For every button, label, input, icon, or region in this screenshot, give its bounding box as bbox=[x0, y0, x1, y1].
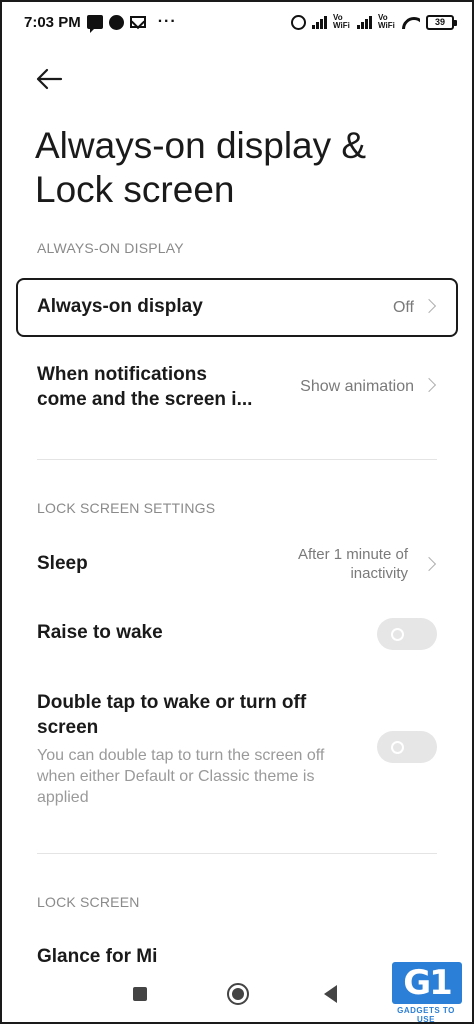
raise-to-wake-row[interactable]: Raise to wake bbox=[16, 618, 458, 650]
toggle-knob bbox=[391, 628, 404, 641]
always-on-display-row[interactable]: Always-on display Off bbox=[16, 278, 458, 337]
sleep-value-line1: After 1 minute of bbox=[297, 546, 408, 563]
status-bar: 7:03 PM ··· Vo WiFi Vo WiFi 39 bbox=[0, 0, 474, 44]
battery-icon: 39 bbox=[426, 14, 457, 30]
alarm-icon bbox=[291, 14, 306, 30]
back-arrow-icon bbox=[36, 68, 63, 90]
chevron-right-icon bbox=[426, 377, 436, 393]
double-tap-row[interactable]: Double tap to wake or turn off screen Yo… bbox=[16, 690, 458, 810]
gmail-icon bbox=[129, 16, 146, 28]
always-on-display-value: Off bbox=[392, 299, 414, 316]
chevron-right-icon bbox=[426, 556, 436, 572]
double-tap-desc-line3: applied bbox=[37, 789, 89, 806]
double-tap-label-line1: Double tap to wake or turn off bbox=[37, 692, 307, 713]
sleep-row[interactable]: Sleep After 1 minute of inactivity bbox=[16, 542, 458, 586]
notifications-value: Show animation bbox=[300, 378, 414, 395]
toggle-knob bbox=[391, 741, 404, 754]
notifications-label-line2: come and the screen i... bbox=[37, 389, 253, 410]
watermark-text: GADGETS TO USE bbox=[397, 1006, 455, 1024]
wifi-icon bbox=[402, 15, 420, 29]
gadgets-to-use-watermark: G1 GADGETS TO USE bbox=[388, 962, 464, 1024]
double-tap-label-line2: screen bbox=[37, 717, 99, 738]
double-tap-desc-line1: You can double tap to turn the screen of… bbox=[37, 747, 325, 764]
status-right: Vo WiFi Vo WiFi 39 bbox=[291, 13, 457, 30]
vowifi-label-2: Vo WiFi bbox=[378, 13, 395, 30]
nav-back-button[interactable] bbox=[324, 985, 337, 1003]
vowifi-label-1: Vo WiFi bbox=[333, 13, 350, 30]
double-tap-toggle[interactable] bbox=[377, 731, 437, 763]
status-left: 7:03 PM ··· bbox=[24, 13, 177, 33]
recents-button[interactable] bbox=[133, 987, 147, 1001]
double-tap-desc-line2: when either Default or Classic theme is bbox=[37, 768, 315, 785]
notifications-animation-row[interactable]: When notifications come and the screen i… bbox=[16, 360, 458, 420]
chat-icon bbox=[108, 14, 124, 30]
section-header-aod: ALWAYS-ON DISPLAY bbox=[37, 240, 184, 256]
raise-to-wake-label: Raise to wake bbox=[37, 622, 163, 643]
raise-to-wake-toggle[interactable] bbox=[377, 618, 437, 650]
status-time: 7:03 PM bbox=[24, 13, 81, 31]
sleep-label: Sleep bbox=[37, 553, 88, 574]
home-button[interactable] bbox=[227, 983, 249, 1005]
divider bbox=[37, 853, 437, 854]
sleep-value-line2: inactivity bbox=[350, 565, 408, 582]
section-header-lock-settings: LOCK SCREEN SETTINGS bbox=[37, 500, 216, 516]
notifications-label-line1: When notifications bbox=[37, 364, 207, 385]
divider bbox=[37, 459, 437, 460]
always-on-display-label: Always-on display bbox=[37, 296, 203, 317]
signal-icon bbox=[312, 15, 327, 29]
more-notifications-icon: ··· bbox=[157, 13, 177, 30]
page-title: Always-on display & Lock screen bbox=[35, 125, 367, 210]
signal-icon-2 bbox=[357, 15, 372, 29]
watermark-logo: G1 bbox=[392, 962, 462, 1004]
section-header-lock-screen: LOCK SCREEN bbox=[37, 894, 140, 910]
chevron-right-icon bbox=[426, 298, 436, 314]
message-icon bbox=[86, 15, 103, 33]
back-button[interactable] bbox=[34, 64, 68, 94]
